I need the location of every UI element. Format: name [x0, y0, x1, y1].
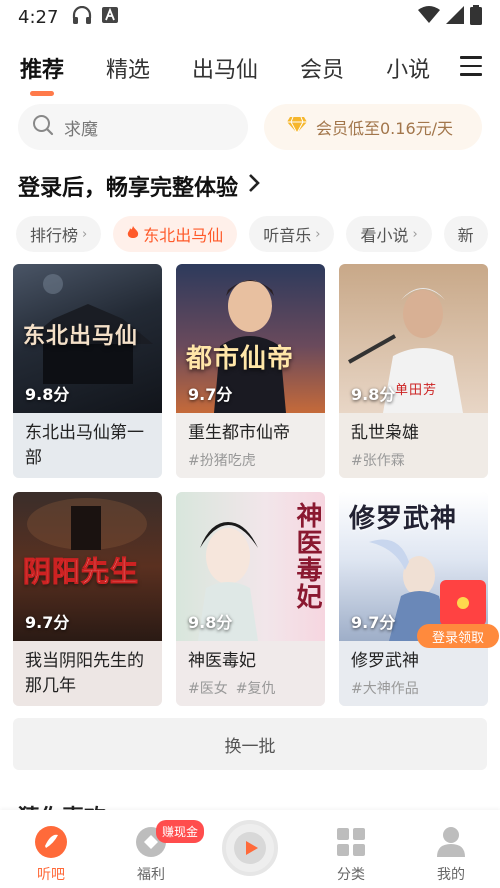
book-cover-image: 都市仙帝 9.7分: [176, 264, 325, 413]
refresh-button[interactable]: 换一批: [13, 718, 487, 770]
menu-icon[interactable]: [460, 56, 482, 76]
book-title: 重生都市仙帝: [188, 423, 290, 443]
book-tag: #医女: [188, 681, 228, 697]
chevron-right-icon: ›: [412, 226, 418, 242]
chip-label: 看小说: [360, 226, 409, 245]
center-play-button[interactable]: [222, 820, 278, 876]
grid-icon: [337, 828, 365, 856]
book-rating: 9.8分: [25, 385, 70, 404]
category-chips: 排行榜 › 东北出马仙 听音乐 › 看小说 › 新: [16, 216, 500, 254]
book-cover-image: 神医毒妃 9.8分: [176, 492, 325, 641]
red-envelope-icon[interactable]: [440, 580, 486, 626]
book-tags: #大神作品: [351, 678, 476, 698]
login-claim-button[interactable]: 登录领取: [417, 624, 499, 648]
search-row: 会员低至0.16元/天: [18, 104, 482, 150]
book-rating: 9.8分: [351, 385, 396, 404]
chip-music[interactable]: 听音乐 ›: [249, 216, 335, 252]
login-banner-text: 登录后，畅享完整体验: [18, 176, 239, 201]
chip-dongbei-chumaxian[interactable]: 东北出马仙: [113, 216, 238, 252]
chevron-right-icon: ›: [82, 226, 88, 242]
nav-category[interactable]: 分类: [316, 824, 386, 884]
book-tag: #复仇: [235, 681, 276, 697]
book-rating: 9.7分: [25, 613, 70, 632]
wifi-icon: [418, 6, 440, 28]
search-icon: [32, 114, 54, 140]
book-cover-image: 单田芳 9.8分: [339, 264, 488, 413]
book-cover-image: 阴阳先生 9.7分: [13, 492, 162, 641]
vip-promo-label: 会员低至0.16元/天: [316, 119, 454, 138]
user-icon: [437, 827, 465, 857]
book-card[interactable]: 单田芳 9.8分 乱世枭雄 #张作霖: [339, 264, 488, 478]
tab-novel[interactable]: 小说: [386, 52, 430, 84]
tab-vip[interactable]: 会员: [300, 52, 344, 84]
tab-featured[interactable]: 精选: [106, 52, 150, 84]
battery-icon: [470, 5, 482, 29]
nav-mine[interactable]: 我的: [416, 824, 486, 884]
top-nav: 推荐 精选 出马仙 会员 小说: [0, 40, 500, 96]
book-title: 神医毒妃: [188, 651, 256, 671]
book-tags: #张作霖: [351, 450, 476, 470]
chip-ranking[interactable]: 排行榜 ›: [16, 216, 102, 252]
headphones-status-icon: [72, 5, 92, 28]
nav-mine-label: 我的: [437, 867, 465, 883]
chip-label: 排行榜: [30, 226, 79, 245]
cover-art-title: 东北出马仙: [23, 324, 139, 349]
book-rating: 9.7分: [188, 385, 233, 404]
book-title: 修罗武神: [351, 651, 419, 671]
book-title: 乱世枭雄: [351, 423, 419, 443]
book-tag: #张作霖: [351, 453, 405, 469]
status-bar: 4:27: [0, 0, 500, 34]
book-card[interactable]: 阴阳先生 9.7分 我当阴阳先生的那几年: [13, 492, 162, 706]
listen-icon: [35, 826, 67, 858]
book-rating: 9.7分: [351, 613, 396, 632]
text-a-status-icon: [102, 7, 119, 27]
book-card[interactable]: 神医毒妃 9.8分 神医毒妃 #医女 #复仇: [176, 492, 325, 706]
signal-icon: [446, 6, 464, 28]
chip-label: 东北出马仙: [143, 226, 224, 245]
flame-icon: [127, 225, 139, 244]
book-tag: #大神作品: [351, 681, 419, 697]
book-tags: #扮猪吃虎: [188, 450, 313, 470]
book-rating: 9.8分: [188, 613, 233, 632]
book-tags: #医女 #复仇: [188, 678, 313, 698]
diamond-icon: [286, 116, 308, 138]
login-banner[interactable]: 登录后，畅享完整体验: [18, 168, 260, 204]
chevron-right-icon: ›: [315, 226, 321, 242]
vip-promo-button[interactable]: 会员低至0.16元/天: [264, 104, 482, 150]
search-input[interactable]: [64, 117, 214, 137]
chevron-right-icon: [248, 173, 260, 199]
chip-label: 听音乐: [263, 226, 312, 245]
chip-new[interactable]: 新: [443, 216, 488, 252]
cover-art-title: 修罗武神: [349, 504, 458, 534]
play-icon: [234, 832, 266, 864]
book-card[interactable]: 都市仙帝 9.7分 重生都市仙帝 #扮猪吃虎: [176, 264, 325, 478]
tab-chumaxian[interactable]: 出马仙: [192, 52, 258, 84]
book-title: 我当阴阳先生的那几年: [25, 651, 144, 696]
cover-art-title: 都市仙帝: [186, 344, 295, 374]
book-title: 东北出马仙第一部: [25, 423, 144, 468]
book-cover-image: 东北出马仙 9.8分: [13, 264, 162, 413]
book-tag: #扮猪吃虎: [188, 453, 256, 469]
cover-art-title: 阴阳先生: [23, 555, 140, 588]
nav-listen-label: 听吧: [37, 867, 65, 883]
nav-category-label: 分类: [337, 867, 365, 883]
bottom-nav: 听吧 福利 赚现金 分类 我的: [0, 810, 500, 888]
cover-art-title: 单田芳: [395, 383, 438, 398]
nav-welfare-label: 福利: [137, 867, 165, 883]
book-card[interactable]: 东北出马仙 9.8分 东北出马仙第一部: [13, 264, 162, 478]
chip-read-novel[interactable]: 看小说 ›: [346, 216, 432, 252]
earn-cash-badge: 赚现金: [156, 820, 205, 843]
cover-art-title: 神医毒妃: [292, 502, 322, 610]
search-box[interactable]: [18, 104, 248, 150]
nav-listen[interactable]: 听吧: [16, 824, 86, 884]
chip-label: 新: [457, 226, 474, 245]
status-time: 4:27: [18, 6, 59, 28]
tab-recommend[interactable]: 推荐: [20, 52, 64, 96]
